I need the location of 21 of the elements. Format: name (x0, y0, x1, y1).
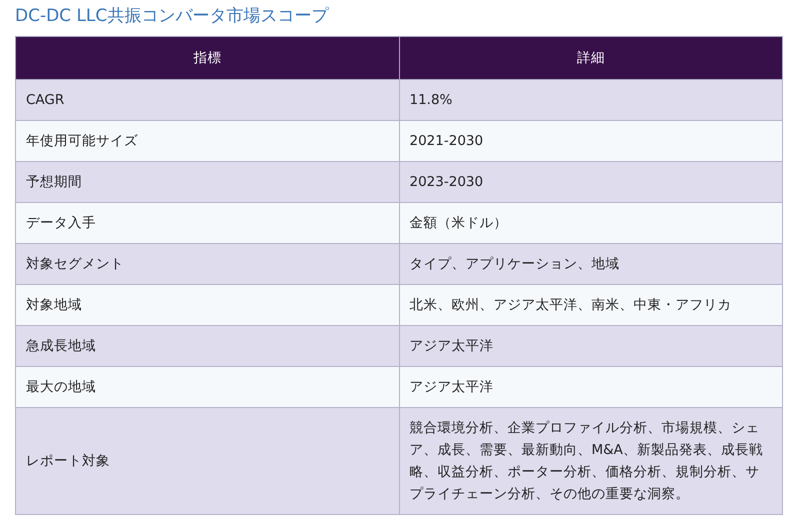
table-cell: 2023-2030 (399, 162, 782, 202)
table-cell: 対象地域 (16, 284, 399, 326)
table-cell: 急成長地域 (16, 326, 399, 366)
table-cell: 北米、欧州、アジア太平洋、南米、中東・アフリカ (399, 284, 782, 326)
table-cell: データ入手 (16, 202, 399, 244)
column-header: 指標 (16, 36, 399, 80)
table-cell: 金額（米ドル） (399, 202, 782, 244)
column-header: 詳細 (399, 36, 782, 80)
section-title: DC-DC LLC共振コンバータ市場スコープ (15, 5, 330, 28)
table-cell: 11.8% (399, 80, 782, 120)
table-cell: 最大の地域 (16, 366, 399, 408)
table-cell: 対象セグメント (16, 244, 399, 284)
table-cell: タイプ、アプリケーション、地域 (399, 244, 782, 284)
table-cell: レポート対象 (16, 408, 399, 514)
table-cell: 予想期間 (16, 162, 399, 202)
table-cell: 年使用可能サイズ (16, 120, 399, 162)
table-cell: CAGR (16, 80, 399, 120)
table-cell: アジア太平洋 (399, 326, 782, 366)
table-cell: 2021-2030 (399, 120, 782, 162)
table-cell: 競合環境分析、企業プロファイル分析、市場規模、シェア、成長、需要、最新動向、M&A、新製品発表、成長戦略、収益分析、ポーター分析、価格分析、規制分析、サプライチェーン分析、その他の重要な洞察。 (399, 408, 782, 514)
table-cell: アジア太平洋 (399, 366, 782, 408)
